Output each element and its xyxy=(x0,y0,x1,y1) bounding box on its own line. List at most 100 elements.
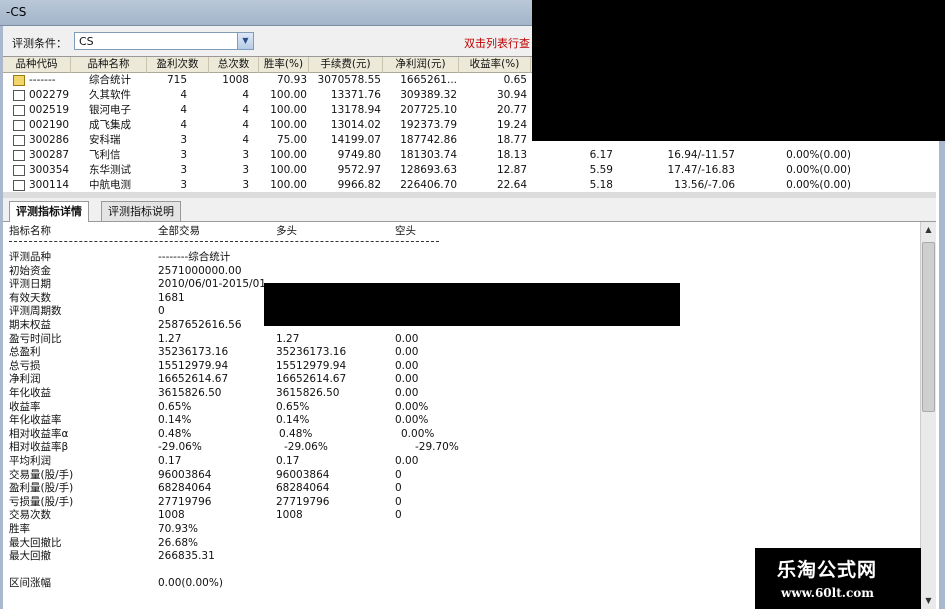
detail-long: 68284064 xyxy=(276,482,330,495)
detail-name: 相对收益率β xyxy=(9,441,69,454)
cell-net: 128693.63 xyxy=(400,164,457,176)
cell-name: 久其软件 xyxy=(89,89,131,101)
cell-extra2: 16.94/-11.57 xyxy=(667,149,735,161)
cell-code: 300286 xyxy=(29,134,70,146)
chevron-down-icon[interactable]: ▼ xyxy=(237,33,253,49)
document-icon xyxy=(13,105,25,116)
cell-ret: 30.94 xyxy=(496,89,527,101)
column-header-wins[interactable]: 盈利次数 xyxy=(147,57,209,73)
detail-all: 0 xyxy=(158,305,165,318)
cell-winrate: 70.93 xyxy=(276,74,307,86)
cell-extra1: 5.59 xyxy=(589,164,613,176)
detail-all: -29.06% xyxy=(158,441,202,454)
detail-long: 1008 xyxy=(276,509,303,522)
detail-all: 1008 xyxy=(158,509,185,522)
cell-total: 4 xyxy=(242,134,249,146)
detail-name: 净利润 xyxy=(9,373,41,386)
detail-short: 0.00 xyxy=(395,346,419,359)
detail-header-long: 多头 xyxy=(276,225,297,237)
cell-winrate: 100.00 xyxy=(270,104,307,116)
cell-fee: 9572.97 xyxy=(337,164,381,176)
detail-name: 初始资金 xyxy=(9,264,51,277)
detail-short: 0.00 xyxy=(395,373,419,386)
detail-long: 0.17 xyxy=(276,455,300,467)
detail-all: 27719796 xyxy=(158,495,212,508)
cell-name: 成飞集成 xyxy=(89,119,131,131)
column-header-name[interactable]: 品种名称 xyxy=(71,57,147,73)
cell-net: 192373.79 xyxy=(400,119,457,131)
cell-ret: 0.65 xyxy=(503,74,527,86)
cell-code: 300287 xyxy=(29,149,70,161)
detail-name: 期末权益 xyxy=(9,319,51,331)
detail-name: 区间涨幅 xyxy=(9,577,51,590)
scroll-down-icon[interactable]: ▼ xyxy=(921,593,936,609)
cell-winrate: 100.00 xyxy=(270,179,307,191)
detail-name: 评测品种 xyxy=(9,251,51,263)
detail-all: 2571000000.00 xyxy=(158,264,242,277)
cell-extra1: 5.18 xyxy=(589,179,613,191)
cell-name: 安科瑞 xyxy=(89,134,121,146)
cell-name: 东华测试 xyxy=(89,164,131,176)
cell-ret: 18.13 xyxy=(496,149,527,161)
cell-wins: 3 xyxy=(180,149,187,161)
detail-name: 年化收益 xyxy=(9,387,51,399)
cell-code: 300354 xyxy=(29,164,70,176)
cell-extra2: 13.56/-7.06 xyxy=(674,179,735,191)
table-row[interactable]: 300354 东华测试 3 3 100.00 9572.97 128693.63 12.87 5… xyxy=(3,163,936,178)
cell-winrate: 75.00 xyxy=(276,134,307,146)
column-header-winrate[interactable]: 胜率(%) xyxy=(259,57,309,73)
tab-indicator-details[interactable]: 评测指标详情 xyxy=(9,201,89,222)
tab-indicator-explanation[interactable]: 评测指标说明 xyxy=(101,201,181,221)
document-icon xyxy=(13,90,25,101)
detail-long: 0.48% xyxy=(279,427,313,440)
cell-net: 309389.32 xyxy=(400,89,457,101)
detail-header-name: 指标名称 xyxy=(9,225,51,237)
cell-fee: 3070578.55 xyxy=(317,74,381,86)
detail-long: 35236173.16 xyxy=(276,346,347,359)
cell-name: 飞利信 xyxy=(89,149,121,161)
condition-select[interactable]: CS ▼ xyxy=(74,32,254,50)
cell-total: 1008 xyxy=(222,74,249,86)
column-header-fee[interactable]: 手续费(元) xyxy=(309,57,383,73)
cell-winrate: 100.00 xyxy=(270,89,307,101)
cell-ret: 20.77 xyxy=(496,104,527,116)
document-icon xyxy=(13,120,25,131)
watermark-logo: 乐淘公式网 www.60lt.com xyxy=(755,548,921,609)
column-header-code[interactable]: 品种代码 xyxy=(3,57,71,73)
watermark-url: www.60lt.com xyxy=(781,586,874,600)
cell-total: 4 xyxy=(242,104,249,116)
cell-fee: 9749.80 xyxy=(337,149,381,161)
detail-all: 3615826.50 xyxy=(158,387,222,399)
detail-name: 交易量(股/手) xyxy=(9,468,74,481)
detail-all: 0.14% xyxy=(158,414,192,427)
detail-name: 有效天数 xyxy=(9,291,51,304)
detail-long: -29.06% xyxy=(284,441,328,454)
cell-code: 300114 xyxy=(29,179,70,191)
detail-short: 0 xyxy=(395,468,402,481)
table-row[interactable]: 300287 飞利信 3 3 100.00 9749.80 181303.74 18.13 6.… xyxy=(3,148,936,163)
redaction-top-right xyxy=(532,0,945,141)
cell-fee: 13178.94 xyxy=(330,104,381,116)
detail-all: 2010/06/01-2015/01 xyxy=(158,278,266,291)
detail-name: 收益率 xyxy=(9,400,41,413)
detail-name: 胜率 xyxy=(9,523,30,535)
scroll-up-icon[interactable]: ▲ xyxy=(921,222,936,238)
cell-wins: 3 xyxy=(180,179,187,191)
detail-all: --------综合统计 xyxy=(158,251,231,263)
detail-scrollbar[interactable]: ▲ ▼ xyxy=(920,222,936,609)
column-header-total[interactable]: 总次数 xyxy=(209,57,259,73)
detail-short: 0.00% xyxy=(395,400,429,413)
cell-code: ------- xyxy=(29,74,56,86)
detail-all: 266835.31 xyxy=(158,550,215,563)
table-row[interactable]: 300114 中航电测 3 3 100.00 9966.82 226406.70 22.64 5… xyxy=(3,178,936,193)
detail-long: 1.27 xyxy=(276,332,300,345)
scroll-thumb[interactable] xyxy=(922,242,935,412)
column-header-return[interactable]: 收益率(%) xyxy=(459,57,531,73)
document-icon xyxy=(13,180,25,191)
column-header-net[interactable]: 净利润(元) xyxy=(383,57,459,73)
detail-long: 3615826.50 xyxy=(276,387,340,399)
detail-all: 68284064 xyxy=(158,482,212,495)
detail-name: 平均利润 xyxy=(9,455,51,467)
cell-fee: 13371.76 xyxy=(330,89,381,101)
detail-short: 0 xyxy=(395,495,402,508)
